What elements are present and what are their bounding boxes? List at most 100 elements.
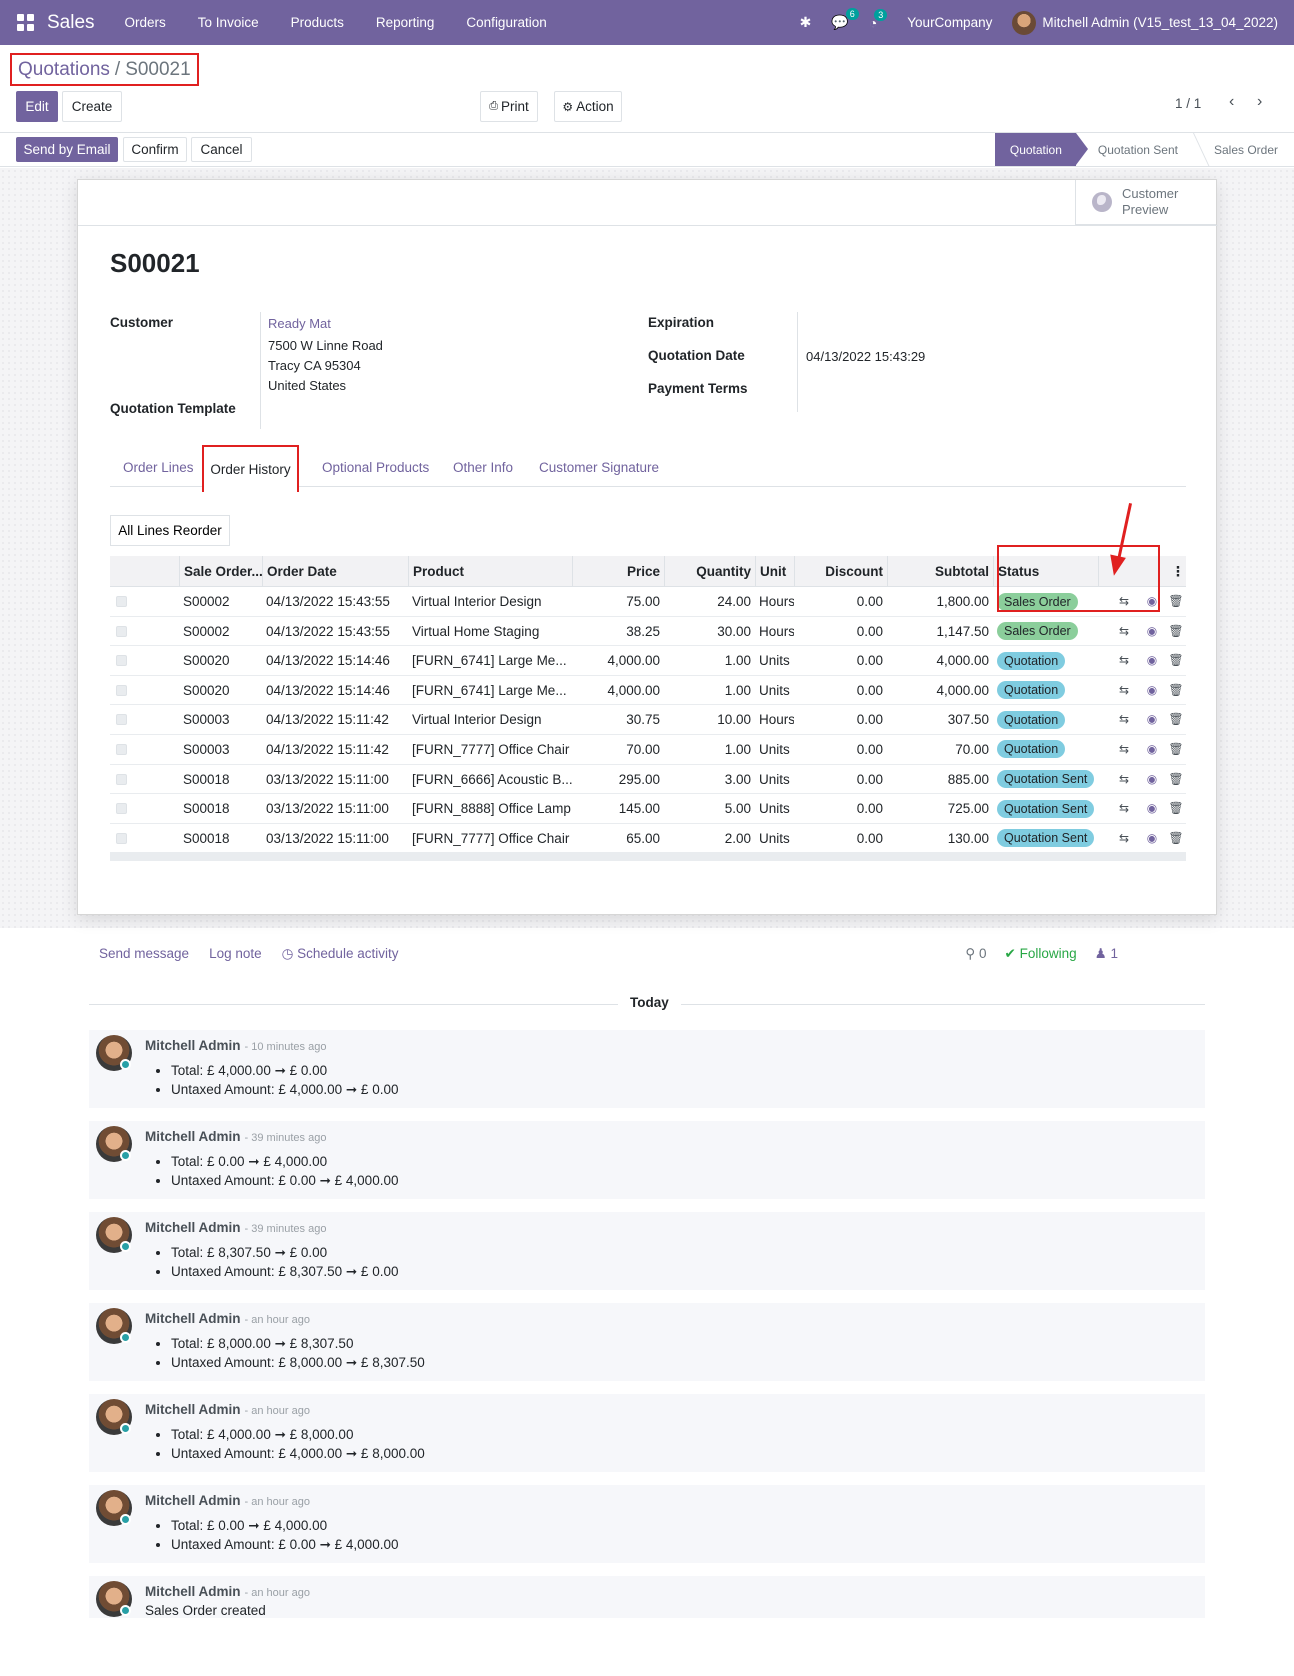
stage-quotation[interactable]: Quotation: [994, 133, 1088, 166]
trash-icon[interactable]: 🗑: [1168, 711, 1184, 727]
apps-menu-icon[interactable]: [13, 11, 37, 35]
confirm-button[interactable]: Confirm: [123, 137, 187, 162]
col-order-date[interactable]: Order Date: [262, 556, 408, 587]
eye-icon[interactable]: ◉: [1144, 800, 1160, 816]
col-subtotal[interactable]: Subtotal: [887, 556, 993, 587]
table-row[interactable]: S00003 04/13/2022 15:11:42 [FURN_7777] Off…: [110, 735, 1186, 765]
row-checkbox[interactable]: [110, 617, 179, 646]
log-note-button[interactable]: Log note: [209, 946, 262, 962]
select-all-header[interactable]: [110, 556, 179, 587]
eye-icon[interactable]: ◉: [1144, 830, 1160, 846]
menu-configuration[interactable]: Configuration: [450, 15, 562, 30]
reorder-icon[interactable]: ⇆: [1116, 741, 1132, 757]
trash-icon[interactable]: 🗑: [1168, 682, 1184, 698]
menu-reporting[interactable]: Reporting: [360, 15, 451, 30]
table-row[interactable]: S00018 03/13/2022 15:11:00 [FURN_6666] Aco…: [110, 765, 1186, 795]
col-unit[interactable]: Unit: [755, 556, 794, 587]
send-by-email-button[interactable]: Send by Email: [16, 137, 118, 162]
stage-sales-order[interactable]: Sales Order: [1192, 133, 1294, 166]
action-button[interactable]: ⚙ Action: [554, 91, 622, 122]
col-discount[interactable]: Discount: [794, 556, 887, 587]
followers-button[interactable]: ♟ 1: [1095, 946, 1118, 962]
tab-order-lines[interactable]: Order Lines: [123, 447, 194, 487]
column-options-icon[interactable]: ⋮: [1170, 556, 1186, 587]
eye-icon[interactable]: ◉: [1144, 682, 1160, 698]
table-row[interactable]: S00002 04/13/2022 15:43:55 Virtual Home St…: [110, 617, 1186, 647]
checkbox[interactable]: [116, 773, 127, 785]
col-sale-order[interactable]: Sale Order...: [179, 556, 262, 587]
row-checkbox[interactable]: [110, 705, 179, 734]
reorder-icon[interactable]: ⇆: [1116, 652, 1132, 668]
quotation-date-value[interactable]: 04/13/2022 15:43:29: [806, 349, 925, 364]
trash-icon[interactable]: 🗑: [1168, 652, 1184, 668]
checkbox[interactable]: [116, 655, 127, 667]
table-row[interactable]: S00020 04/13/2022 15:14:46 [FURN_6741] Lar…: [110, 646, 1186, 676]
tab-customer-signature[interactable]: Customer Signature: [539, 447, 659, 487]
menu-products[interactable]: Products: [275, 15, 360, 30]
table-row[interactable]: S00020 04/13/2022 15:14:46 [FURN_6741] Lar…: [110, 676, 1186, 706]
trash-icon[interactable]: 🗑: [1168, 800, 1184, 816]
message-author[interactable]: Mitchell Admin: [145, 1402, 241, 1417]
print-button[interactable]: ⎙ Print: [480, 91, 538, 122]
checkbox[interactable]: [116, 596, 127, 607]
following-button[interactable]: ✔ Following: [1005, 946, 1077, 962]
row-checkbox[interactable]: [110, 676, 179, 705]
eye-icon[interactable]: ◉: [1144, 711, 1160, 727]
table-row[interactable]: S00003 04/13/2022 15:11:42 Virtual Interio…: [110, 705, 1186, 735]
message-author[interactable]: Mitchell Admin: [145, 1129, 241, 1144]
chat-icon[interactable]: 💬 6: [821, 8, 859, 31]
checkbox[interactable]: [116, 684, 127, 696]
checkbox[interactable]: [116, 832, 127, 844]
cancel-button[interactable]: Cancel: [191, 137, 252, 162]
message-author[interactable]: Mitchell Admin: [145, 1038, 241, 1053]
reorder-icon[interactable]: ⇆: [1116, 830, 1132, 846]
company-switcher[interactable]: YourCompany: [887, 15, 1012, 30]
create-button[interactable]: Create: [62, 91, 122, 122]
row-checkbox[interactable]: [110, 646, 179, 675]
eye-icon[interactable]: ◉: [1144, 652, 1160, 668]
pager-value[interactable]: 1 / 1: [1175, 96, 1201, 111]
reorder-icon[interactable]: ⇆: [1116, 771, 1132, 787]
attachments-button[interactable]: ⚲ 0: [965, 946, 986, 962]
eye-icon[interactable]: ◉: [1144, 741, 1160, 757]
menu-to-invoice[interactable]: To Invoice: [182, 15, 275, 30]
chevron-left-icon[interactable]: ‹: [1229, 93, 1234, 111]
message-author[interactable]: Mitchell Admin: [145, 1311, 241, 1326]
customer-link[interactable]: Ready Mat: [268, 316, 331, 331]
schedule-activity-button[interactable]: ◷ Schedule activity: [282, 946, 399, 962]
debug-bug-icon[interactable]: ✱: [790, 14, 822, 31]
col-product[interactable]: Product: [408, 556, 572, 587]
checkbox[interactable]: [116, 743, 127, 755]
tab-other-info[interactable]: Other Info: [453, 447, 513, 487]
checkbox[interactable]: [116, 625, 127, 637]
reorder-icon[interactable]: ⇆: [1116, 711, 1132, 727]
user-menu[interactable]: Mitchell Admin (V15_test_13_04_2022): [1012, 10, 1294, 35]
trash-icon[interactable]: 🗑: [1168, 771, 1184, 787]
menu-orders[interactable]: Orders: [109, 15, 182, 30]
breadcrumb-quotations[interactable]: Quotations: [18, 59, 110, 81]
customer-preview-button[interactable]: Customer Preview: [1075, 180, 1216, 225]
trash-icon[interactable]: 🗑: [1168, 830, 1184, 846]
row-checkbox[interactable]: [110, 824, 179, 853]
reorder-icon[interactable]: ⇆: [1116, 682, 1132, 698]
eye-icon[interactable]: ◉: [1144, 623, 1160, 639]
activity-clock-icon[interactable]: ◔ 3: [859, 8, 888, 31]
send-message-button[interactable]: Send message: [99, 946, 189, 962]
chevron-right-icon[interactable]: ›: [1257, 93, 1262, 111]
app-name[interactable]: Sales: [47, 12, 95, 34]
message-author[interactable]: Mitchell Admin: [145, 1220, 241, 1235]
table-row[interactable]: S00018 03/13/2022 15:11:00 [FURN_7777] Off…: [110, 824, 1186, 854]
checkbox[interactable]: [116, 714, 127, 726]
col-quantity[interactable]: Quantity: [664, 556, 755, 587]
row-checkbox[interactable]: [110, 765, 179, 794]
trash-icon[interactable]: 🗑: [1168, 741, 1184, 757]
trash-icon[interactable]: 🗑: [1168, 593, 1184, 609]
row-checkbox[interactable]: [110, 735, 179, 764]
message-author[interactable]: Mitchell Admin: [145, 1584, 241, 1599]
row-checkbox[interactable]: [110, 587, 179, 616]
checkbox[interactable]: [116, 803, 127, 815]
eye-icon[interactable]: ◉: [1144, 771, 1160, 787]
edit-button[interactable]: Edit: [16, 91, 58, 122]
tab-order-history[interactable]: Order History: [202, 445, 299, 492]
row-checkbox[interactable]: [110, 794, 179, 823]
